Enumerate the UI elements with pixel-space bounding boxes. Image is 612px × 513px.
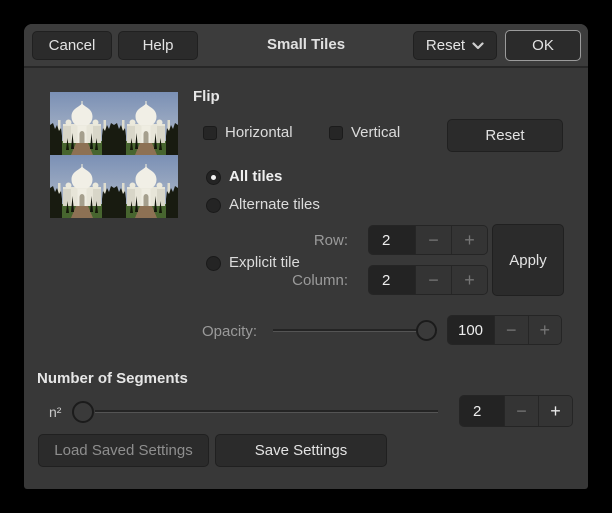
row-value-field[interactable]: 2 (369, 226, 415, 254)
load-saved-settings-button[interactable]: Load Saved Settings (38, 434, 209, 467)
column-value-field[interactable]: 2 (369, 266, 415, 294)
segments-value-field[interactable]: 2 (460, 396, 504, 426)
radio-explicit-tile-label: Explicit tile (229, 254, 300, 272)
radio-icon (206, 198, 221, 213)
screenshot: Cancel Help Small Tiles Reset OK (0, 0, 612, 513)
segments-spinbox: 2 − + (459, 395, 573, 427)
segments-minus-button[interactable]: − (504, 396, 538, 426)
opacity-minus-button[interactable]: − (494, 316, 528, 344)
opacity-plus-button[interactable]: + (528, 316, 562, 344)
flip-reset-button[interactable]: Reset (447, 119, 563, 152)
save-settings-button[interactable]: Save Settings (215, 434, 387, 467)
vertical-checkbox-label: Vertical (351, 124, 400, 142)
horizontal-checkbox-label: Horizontal (225, 124, 293, 142)
checkbox-icon (329, 126, 343, 140)
tiled-preview-image (50, 92, 178, 218)
radio-icon (206, 170, 221, 185)
chevron-down-icon (472, 42, 484, 50)
radio-icon (206, 256, 221, 271)
radio-alternate-tiles-label: Alternate tiles (229, 196, 320, 214)
radio-all-tiles[interactable]: All tiles (206, 168, 282, 186)
column-spinbox: 2 − + (368, 265, 488, 295)
row-minus-button[interactable]: − (415, 226, 451, 254)
segments-slider-label: n² (49, 403, 61, 421)
opacity-slider-track[interactable] (273, 329, 437, 332)
ok-button[interactable]: OK (505, 30, 581, 61)
reset-dropdown-button[interactable]: Reset (413, 31, 497, 60)
segments-plus-button[interactable]: + (538, 396, 572, 426)
vertical-checkbox[interactable]: Vertical (329, 124, 400, 142)
radio-explicit-tile[interactable]: Explicit tile (206, 254, 300, 272)
row-plus-button[interactable]: + (451, 226, 487, 254)
row-label: Row: (268, 232, 348, 250)
dialog-title: Small Tiles (24, 36, 588, 53)
row-spinbox: 2 − + (368, 225, 488, 255)
column-plus-button[interactable]: + (451, 266, 487, 294)
flip-heading: Flip (193, 88, 220, 106)
segments-slider-track[interactable] (95, 410, 438, 413)
segments-slider-thumb[interactable] (72, 401, 94, 423)
small-tiles-dialog: Cancel Help Small Tiles Reset OK (24, 24, 588, 489)
segments-heading: Number of Segments (37, 370, 188, 388)
dialog-titlebar: Cancel Help Small Tiles Reset OK (24, 24, 588, 68)
column-minus-button[interactable]: − (415, 266, 451, 294)
opacity-spinbox: 100 − + (447, 315, 562, 345)
column-label: Column: (268, 272, 348, 290)
radio-all-tiles-label: All tiles (229, 168, 282, 186)
apply-button[interactable]: Apply (492, 224, 564, 296)
horizontal-checkbox[interactable]: Horizontal (203, 124, 293, 142)
opacity-slider-thumb[interactable] (416, 320, 437, 341)
opacity-label: Opacity: (202, 323, 257, 341)
opacity-value-field[interactable]: 100 (448, 316, 494, 344)
radio-alternate-tiles[interactable]: Alternate tiles (206, 196, 320, 214)
checkbox-icon (203, 126, 217, 140)
reset-dropdown-label: Reset (426, 37, 465, 54)
